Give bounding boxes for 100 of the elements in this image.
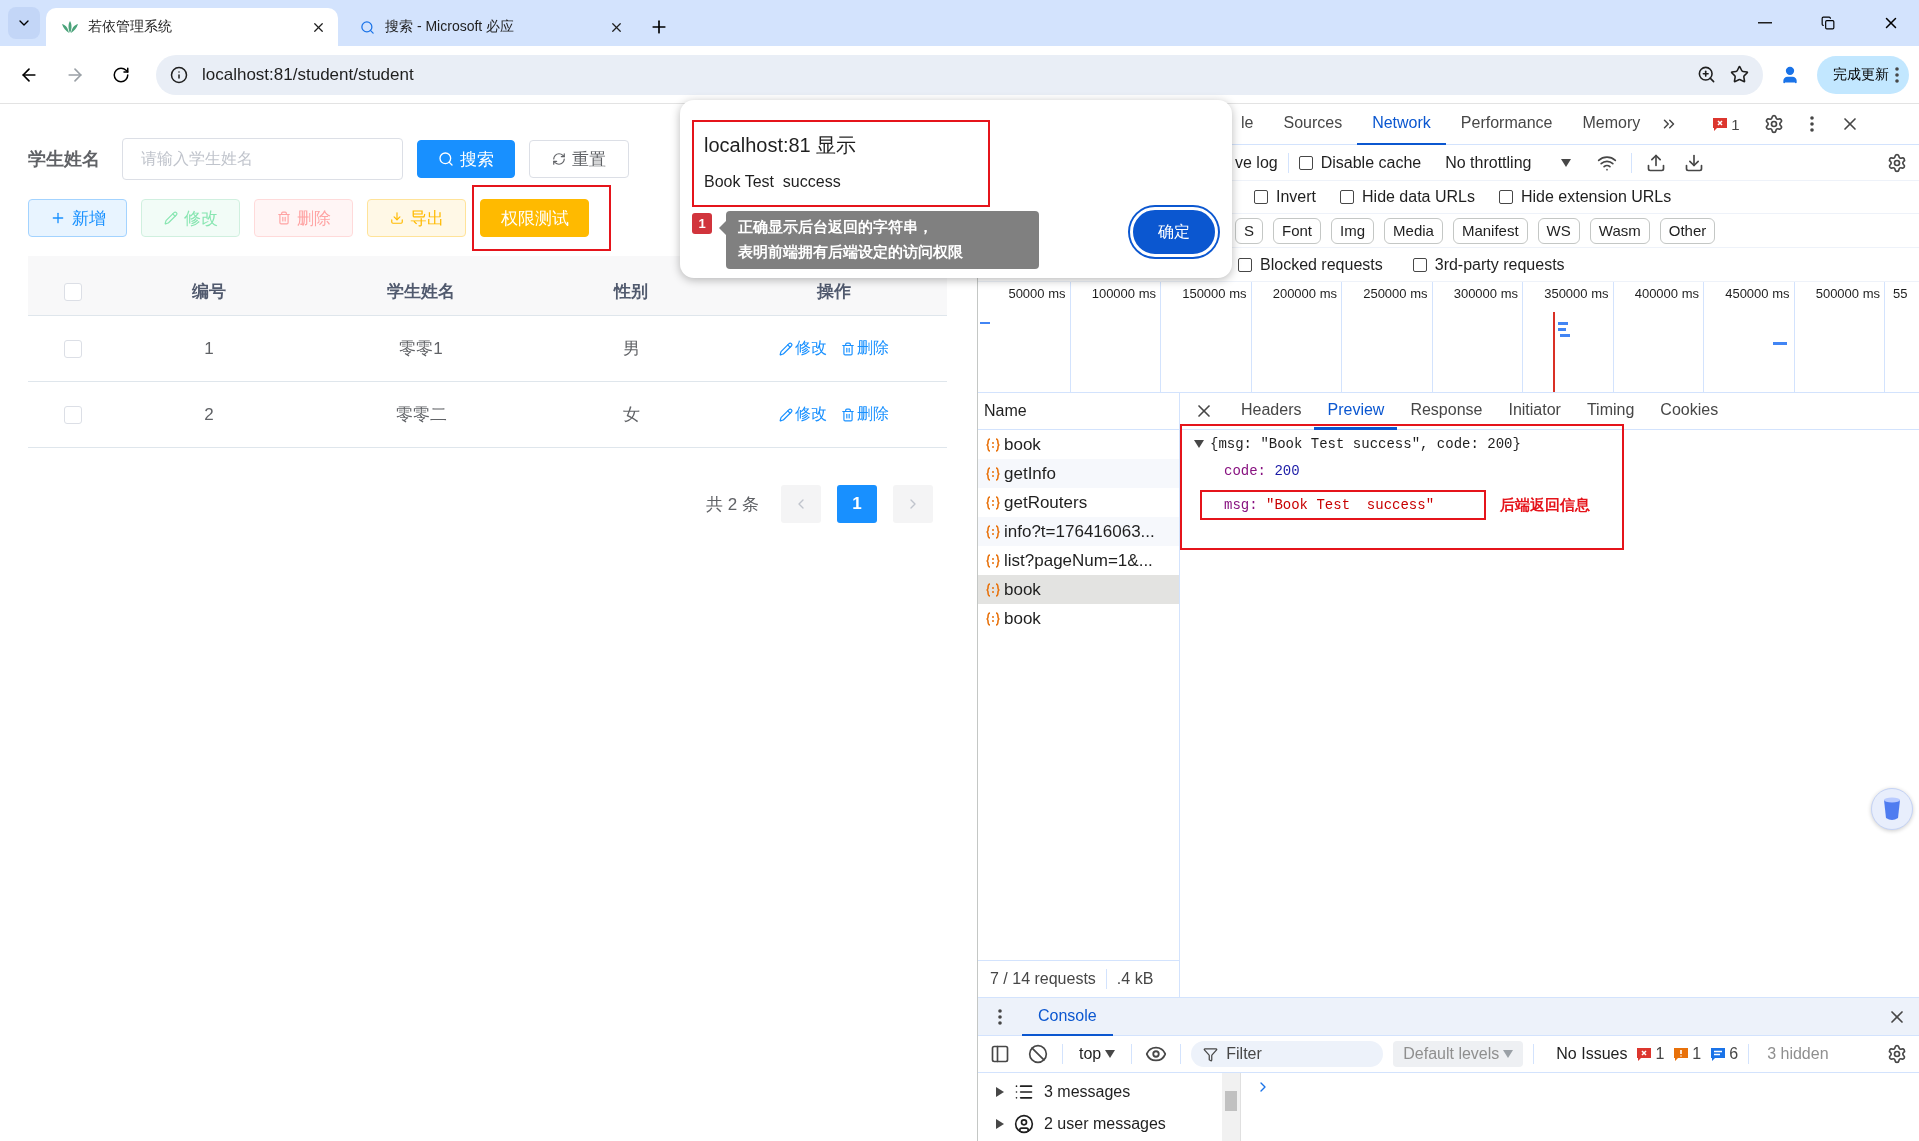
filter-checkbox[interactable]: Invert [1254,188,1316,206]
message-count[interactable]: 1 [1637,1045,1665,1063]
preserve-log-label[interactable]: ve log [1235,153,1278,172]
devtools-tab[interactable]: le [1226,103,1269,145]
hidden-count: 3 hidden [1767,1045,1829,1063]
list-icon [1014,1082,1034,1102]
leaf-icon [62,20,78,34]
time-tick-label: 100000 ms [1091,286,1156,301]
detail-tab[interactable]: Response [1397,392,1496,430]
option-checkbox[interactable]: Disable cache [1298,153,1422,172]
type-filter-chip[interactable]: Img [1331,217,1375,244]
message-group[interactable]: 3 messages [978,1076,1222,1108]
message-group[interactable]: 2 user messages [978,1108,1222,1140]
ok-button[interactable]: 确定 [1130,207,1218,257]
devtools-tab[interactable]: Performance [1445,103,1568,145]
annotation-note: 后端返回信息 [1500,495,1590,515]
search-icon [360,19,375,35]
time-tick-label: 50000 ms [1008,286,1066,301]
message-count[interactable]: 1 [1674,1045,1702,1063]
pencil-icon [163,211,178,225]
scrollbar[interactable] [1222,1073,1240,1141]
address-bar[interactable]: localhost:81/student/student [156,54,1763,95]
download-icon [389,211,404,225]
time-tick-label: 450000 ms [1725,286,1790,301]
reset-button[interactable]: 重置 [529,140,629,178]
detail-tab[interactable]: Initiator [1495,392,1574,430]
tab-list-button[interactable] [8,7,40,39]
request-name: info?t=176416063... [1004,521,1155,542]
dropdown-arrow-icon [1503,1050,1514,1058]
minimize-icon [1757,22,1772,24]
dropdown-arrow-icon [1105,1050,1116,1058]
time-tick-label: 350000 ms [1544,286,1609,301]
star-icon[interactable] [1730,65,1749,84]
type-filter-chip[interactable]: S [1235,217,1263,244]
request-row[interactable]: getInfo [978,459,1179,488]
detail-tab[interactable]: Headers [1228,392,1315,430]
settings-icon [1887,1044,1907,1064]
column-header: 操作 [815,281,852,303]
dialog-title: localhost:81 显示 [704,133,858,158]
select-all-checkbox[interactable] [64,282,82,301]
name-field[interactable]: 请输入学生姓名 [122,138,403,180]
type-filter-chip[interactable]: WS [1537,217,1580,244]
browser-tab[interactable]: 搜索 - Microsoft 必应 [344,8,636,46]
message-count[interactable]: 6 [1711,1045,1739,1063]
dropdown-arrow-icon[interactable] [1561,158,1572,167]
message-icon [1711,1047,1726,1061]
issues-label[interactable]: No Issues [1556,1045,1628,1063]
request-name: book [1004,434,1041,455]
error-icon [1713,117,1728,131]
collapse-arrow-icon[interactable] [1194,440,1204,448]
filter-checkbox[interactable]: Blocked requests [1238,255,1383,274]
update-button[interactable]: 完成更新 [1817,55,1909,94]
devtools-tab[interactable]: Network [1357,103,1446,145]
devtools-tab[interactable]: Memory [1567,103,1656,145]
type-filter-chip[interactable]: Font [1273,217,1322,244]
row-checkbox[interactable] [64,405,82,424]
tab-title: 搜索 - Microsoft 必应 [385,18,516,36]
upload-icon [1646,152,1667,173]
devtools-tab[interactable]: Sources [1268,103,1358,145]
reload-icon [112,65,130,84]
column-header: 编号 [191,281,227,303]
request-row[interactable]: info?t=176416063... [978,517,1179,546]
warning-icon [1674,1047,1689,1061]
detail-tab[interactable]: Preview [1314,392,1398,430]
throttling-select[interactable]: No throttling [1445,153,1532,172]
row-checkbox[interactable] [64,339,82,358]
detail-tab[interactable]: Cookies [1647,392,1732,430]
floating-button[interactable] [1871,788,1913,830]
dialog-message: Book Test success [704,173,842,191]
table-cell-text: 零零1 [398,338,444,360]
filter-checkbox[interactable]: Hide extension URLs [1498,188,1672,206]
browser-tab[interactable]: 若依管理系统 [46,8,338,46]
type-filter-chip[interactable]: Wasm [1589,217,1650,244]
expand-arrow-icon[interactable] [996,1119,1004,1129]
detail-tab[interactable]: Timing [1573,392,1648,430]
trash-icon [840,407,855,422]
info-icon[interactable] [170,65,188,84]
profile-icon [1780,64,1800,85]
console-tab[interactable]: Console [1022,997,1113,1036]
callout-text: 正确显示后台返回的字符串， [738,218,934,237]
expand-arrow-icon[interactable] [996,1087,1004,1097]
request-row[interactable]: book [978,575,1179,604]
type-filter-chip[interactable]: Other [1659,217,1716,244]
annotation-marker: 1 [692,213,712,234]
request-name: book [1004,608,1041,629]
context-select[interactable]: top [1073,1045,1122,1063]
filter-checkbox[interactable]: 3rd-party requests [1412,255,1565,274]
callout-text: 表明前端拥有后端设定的访问权限 [738,243,964,262]
error-badge[interactable]: 1 [1713,115,1740,133]
type-filter-chip[interactable]: Manifest [1452,217,1528,244]
table-cell-text: 男 [621,338,641,360]
table-cell-text: 零零二 [394,404,448,426]
filter-checkbox[interactable]: Hide data URLs [1340,188,1475,206]
settings-icon [1887,152,1907,173]
zoom-icon[interactable] [1697,65,1716,84]
filter-field[interactable]: Filter [1191,1041,1384,1067]
time-tick-label: 150000 ms [1182,286,1247,301]
type-filter-chip[interactable]: Media [1384,217,1443,244]
table-cell-text: 1 [203,338,215,359]
column-header: 学生姓名 [386,281,456,303]
